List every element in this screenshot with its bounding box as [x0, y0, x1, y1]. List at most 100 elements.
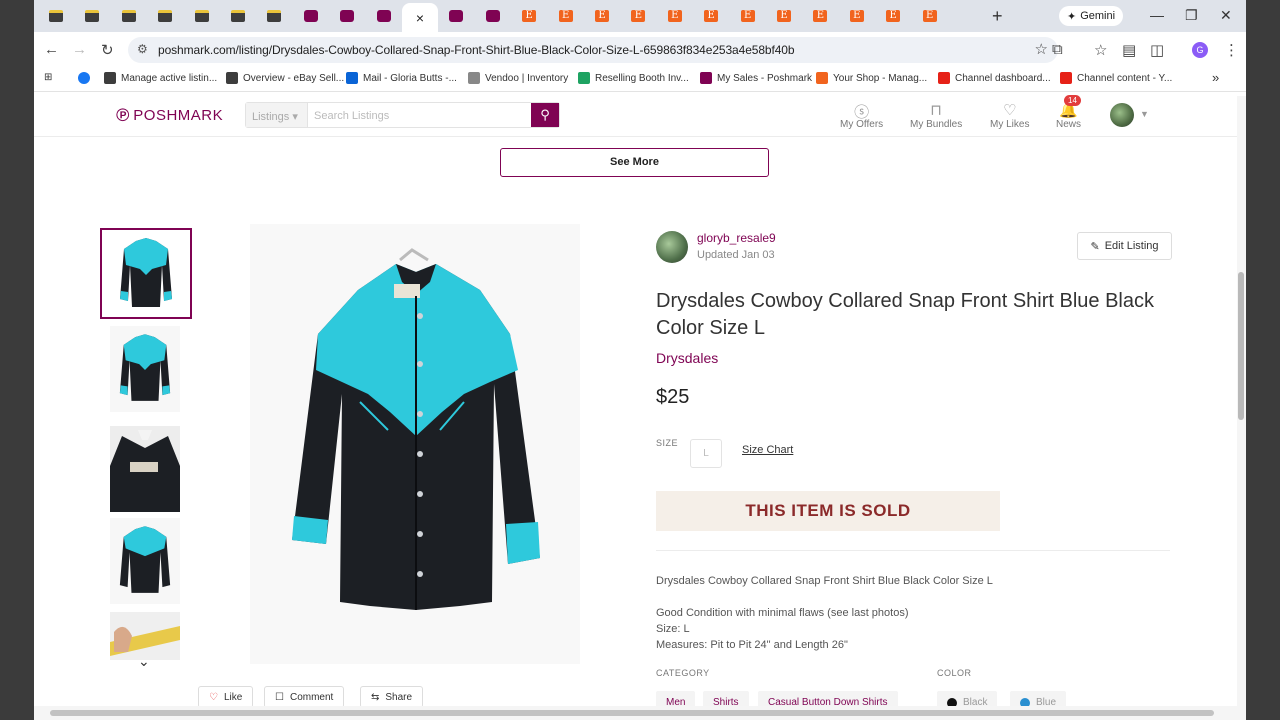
- browser-tab[interactable]: [260, 5, 288, 27]
- extensions-icon[interactable]: ⧉: [1052, 41, 1063, 58]
- chevron-down-icon[interactable]: ▼: [1140, 109, 1149, 119]
- menu-dots-icon[interactable]: ⋮: [1224, 41, 1239, 59]
- browser-tab[interactable]: E: [588, 5, 616, 27]
- vertical-scrollbar[interactable]: [1237, 96, 1246, 706]
- bookmark-star-icon[interactable]: ☆: [1035, 40, 1048, 58]
- back-icon[interactable]: ←: [44, 41, 59, 58]
- browser-tab[interactable]: E: [806, 5, 834, 27]
- search-button[interactable]: ⚲: [531, 103, 559, 127]
- size-option[interactable]: L: [690, 439, 722, 468]
- apps-icon[interactable]: ⊞: [44, 72, 52, 83]
- bookmark-item[interactable]: Reselling Booth Inv...: [578, 72, 689, 84]
- side-panel-icon[interactable]: ◫: [1150, 41, 1164, 59]
- browser-tab[interactable]: E: [697, 5, 725, 27]
- browser-tab[interactable]: [442, 5, 470, 27]
- seller-avatar[interactable]: [656, 231, 688, 263]
- browser-tab[interactable]: [370, 5, 398, 27]
- bookmark-item[interactable]: Overview - eBay Sell...: [226, 72, 344, 84]
- etsy-favicon-icon: E: [849, 10, 864, 22]
- nav-my-bundles[interactable]: ⊓ My Bundles: [910, 101, 962, 130]
- nav-my-offers[interactable]: ⓢ My Offers: [840, 101, 883, 130]
- more-bookmarks-icon[interactable]: »: [1212, 70, 1219, 85]
- browser-tab[interactable]: [78, 5, 106, 27]
- share-label: Share: [385, 691, 413, 703]
- posh-favicon-icon: [376, 10, 391, 22]
- browser-tab[interactable]: [188, 5, 216, 27]
- browser-tab[interactable]: E: [770, 5, 798, 27]
- site-info-icon[interactable]: ⚙: [137, 42, 148, 56]
- tab-close-icon[interactable]: ×: [416, 10, 424, 26]
- seller-name-link[interactable]: gloryb_resale9: [697, 231, 776, 245]
- bookmark-item[interactable]: Manage active listin...: [104, 72, 217, 84]
- edit-listing-button[interactable]: ✎ Edit Listing: [1077, 232, 1172, 260]
- nav-bundles-label: My Bundles: [910, 119, 963, 130]
- scroll-thumb[interactable]: [50, 710, 1214, 716]
- nav-news[interactable]: 🔔 14 News: [1056, 95, 1081, 130]
- like-button[interactable]: ♡ Like: [198, 686, 254, 708]
- nav-my-likes[interactable]: ♡ My Likes: [990, 101, 1029, 130]
- thumbnails-scroll-down-icon[interactable]: ⌄: [138, 653, 150, 670]
- gemini-label: Gemini: [1080, 10, 1116, 22]
- bookmark-item[interactable]: Vendoo | Inventory: [468, 72, 568, 84]
- tab-active[interactable]: ×: [402, 3, 438, 32]
- share-button[interactable]: ⇆ Share: [360, 686, 424, 708]
- browser-tab[interactable]: [479, 5, 507, 27]
- horizontal-scrollbar[interactable]: [34, 706, 1246, 720]
- price: $25: [656, 386, 690, 408]
- thumbnail-1[interactable]: [100, 228, 192, 319]
- search-category-select[interactable]: Listings ▾: [246, 103, 308, 127]
- browser-tab[interactable]: [42, 5, 70, 27]
- bookmark-item[interactable]: Channel dashboard...: [938, 72, 1051, 84]
- bookmark-item[interactable]: Mail - Gloria Butts -...: [346, 72, 457, 84]
- browser-tab[interactable]: E: [879, 5, 907, 27]
- thumbnail-2[interactable]: [110, 326, 180, 412]
- heart-icon: ♡: [209, 691, 218, 703]
- etsy-icon: [816, 72, 828, 84]
- bookmark-item[interactable]: [78, 72, 95, 84]
- browser-tab[interactable]: [224, 5, 252, 27]
- like-label: Like: [223, 691, 243, 703]
- scroll-thumb[interactable]: [1238, 272, 1244, 420]
- profile-avatar[interactable]: G: [1192, 42, 1208, 58]
- restore-icon[interactable]: ❐: [1185, 7, 1198, 24]
- window-close-icon[interactable]: ✕: [1220, 7, 1232, 24]
- comment-button[interactable]: ☐ Comment: [264, 686, 345, 708]
- user-avatar[interactable]: [1110, 103, 1134, 127]
- browser-tab[interactable]: [297, 5, 325, 27]
- gemini-button[interactable]: ✦ Gemini: [1059, 6, 1124, 26]
- bookmarks-star-icon[interactable]: ☆: [1094, 41, 1107, 59]
- address-bar[interactable]: ⚙ poshmark.com/listing/Drysdales-Cowboy-…: [128, 37, 1058, 63]
- browser-tab[interactable]: E: [624, 5, 652, 27]
- bookmark-item[interactable]: Channel content - Y...: [1060, 72, 1172, 84]
- new-tab-button[interactable]: +: [992, 6, 1003, 27]
- minimize-icon[interactable]: —: [1150, 7, 1164, 23]
- forward-icon[interactable]: →: [72, 41, 87, 58]
- thumbnail-4[interactable]: [110, 518, 180, 604]
- browser-tab[interactable]: E: [916, 5, 944, 27]
- main-product-image[interactable]: [250, 224, 580, 664]
- description-line: Drysdales Cowboy Collared Snap Front Shi…: [656, 575, 993, 587]
- bookmark-item[interactable]: Your Shop - Manag...: [816, 72, 927, 84]
- description-line: Size: L: [656, 623, 690, 635]
- see-more-button[interactable]: See More: [500, 148, 769, 177]
- thumbnail-3[interactable]: [110, 426, 180, 512]
- bundles-bag-icon: ⊓: [930, 102, 942, 119]
- reading-list-icon[interactable]: ▤: [1122, 41, 1136, 59]
- browser-tab[interactable]: [333, 5, 361, 27]
- browser-tab[interactable]: [151, 5, 179, 27]
- bookmark-label: Reselling Booth Inv...: [595, 72, 689, 84]
- browser-tab[interactable]: [115, 5, 143, 27]
- poshmark-logo[interactable]: ℗ POSHMARK: [116, 105, 223, 126]
- size-chart-link[interactable]: Size Chart: [742, 444, 793, 456]
- brand-link[interactable]: Drysdales: [656, 350, 718, 366]
- bookmark-item[interactable]: My Sales - Poshmark: [700, 72, 812, 84]
- browser-tab[interactable]: E: [843, 5, 871, 27]
- browser-tab[interactable]: E: [515, 5, 543, 27]
- browser-tab[interactable]: E: [552, 5, 580, 27]
- etsy-favicon-icon: E: [595, 10, 609, 22]
- browser-tab[interactable]: E: [734, 5, 762, 27]
- search-input[interactable]: Search Listings: [308, 103, 531, 127]
- shirt-thumb-image: [119, 334, 171, 401]
- browser-tab[interactable]: E: [661, 5, 689, 27]
- reload-icon[interactable]: ↻: [101, 41, 114, 59]
